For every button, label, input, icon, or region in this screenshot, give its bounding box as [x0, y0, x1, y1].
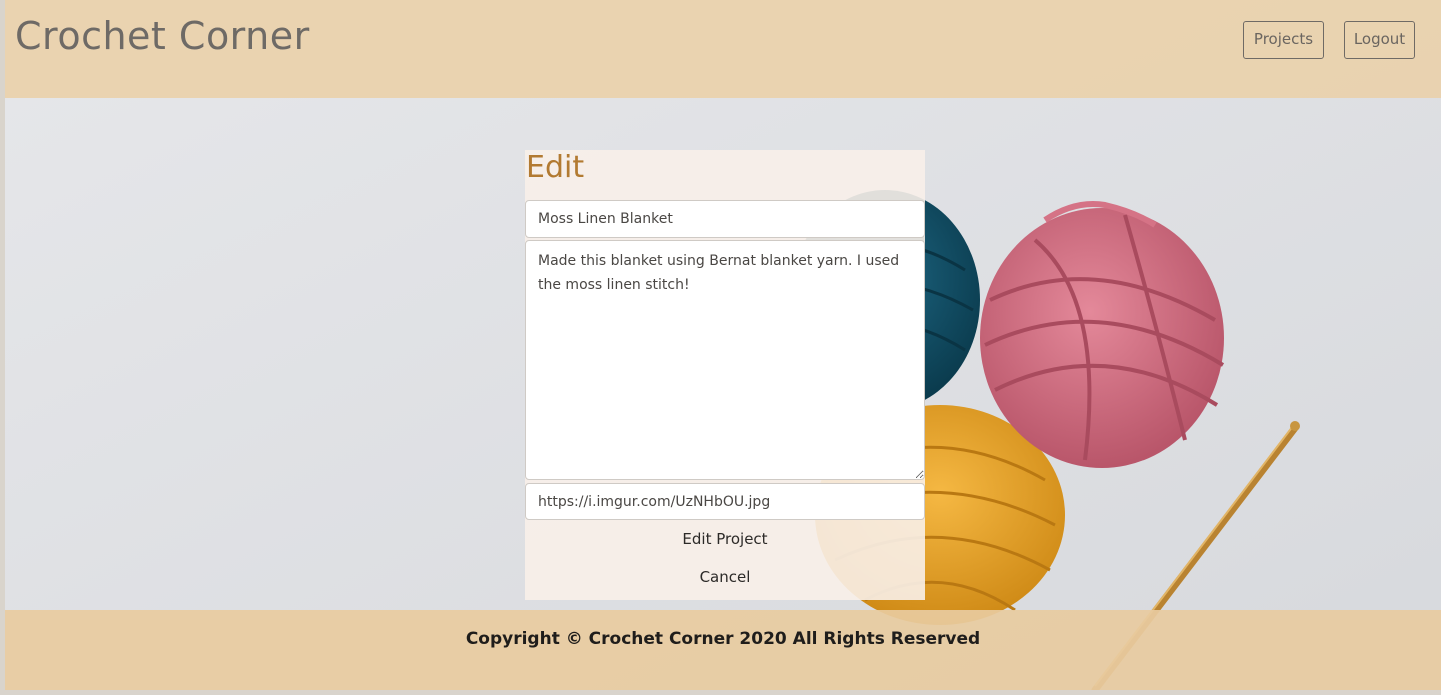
form-title: Edit	[526, 150, 585, 185]
site-footer: Copyright © Crochet Corner 2020 All Righ…	[5, 610, 1441, 690]
site-header: Crochet Corner Projects Logout	[5, 0, 1441, 98]
brand-logo[interactable]: Crochet Corner	[15, 14, 310, 58]
projects-button[interactable]: Projects	[1243, 21, 1324, 59]
image-url-input[interactable]	[525, 483, 925, 520]
logout-button[interactable]: Logout	[1344, 21, 1415, 59]
edit-project-button[interactable]: Edit Project	[525, 530, 925, 548]
browser-viewport: Crochet Corner Projects Logout Edit Made…	[5, 0, 1441, 690]
copyright-text: Copyright © Crochet Corner 2020 All Righ…	[465, 629, 981, 649]
edit-project-form: Edit Made this blanket using Bernat blan…	[525, 150, 925, 600]
project-name-input[interactable]	[525, 200, 925, 238]
project-description-textarea[interactable]: Made this blanket using Bernat blanket y…	[525, 240, 925, 480]
cancel-link[interactable]: Cancel	[525, 568, 925, 586]
